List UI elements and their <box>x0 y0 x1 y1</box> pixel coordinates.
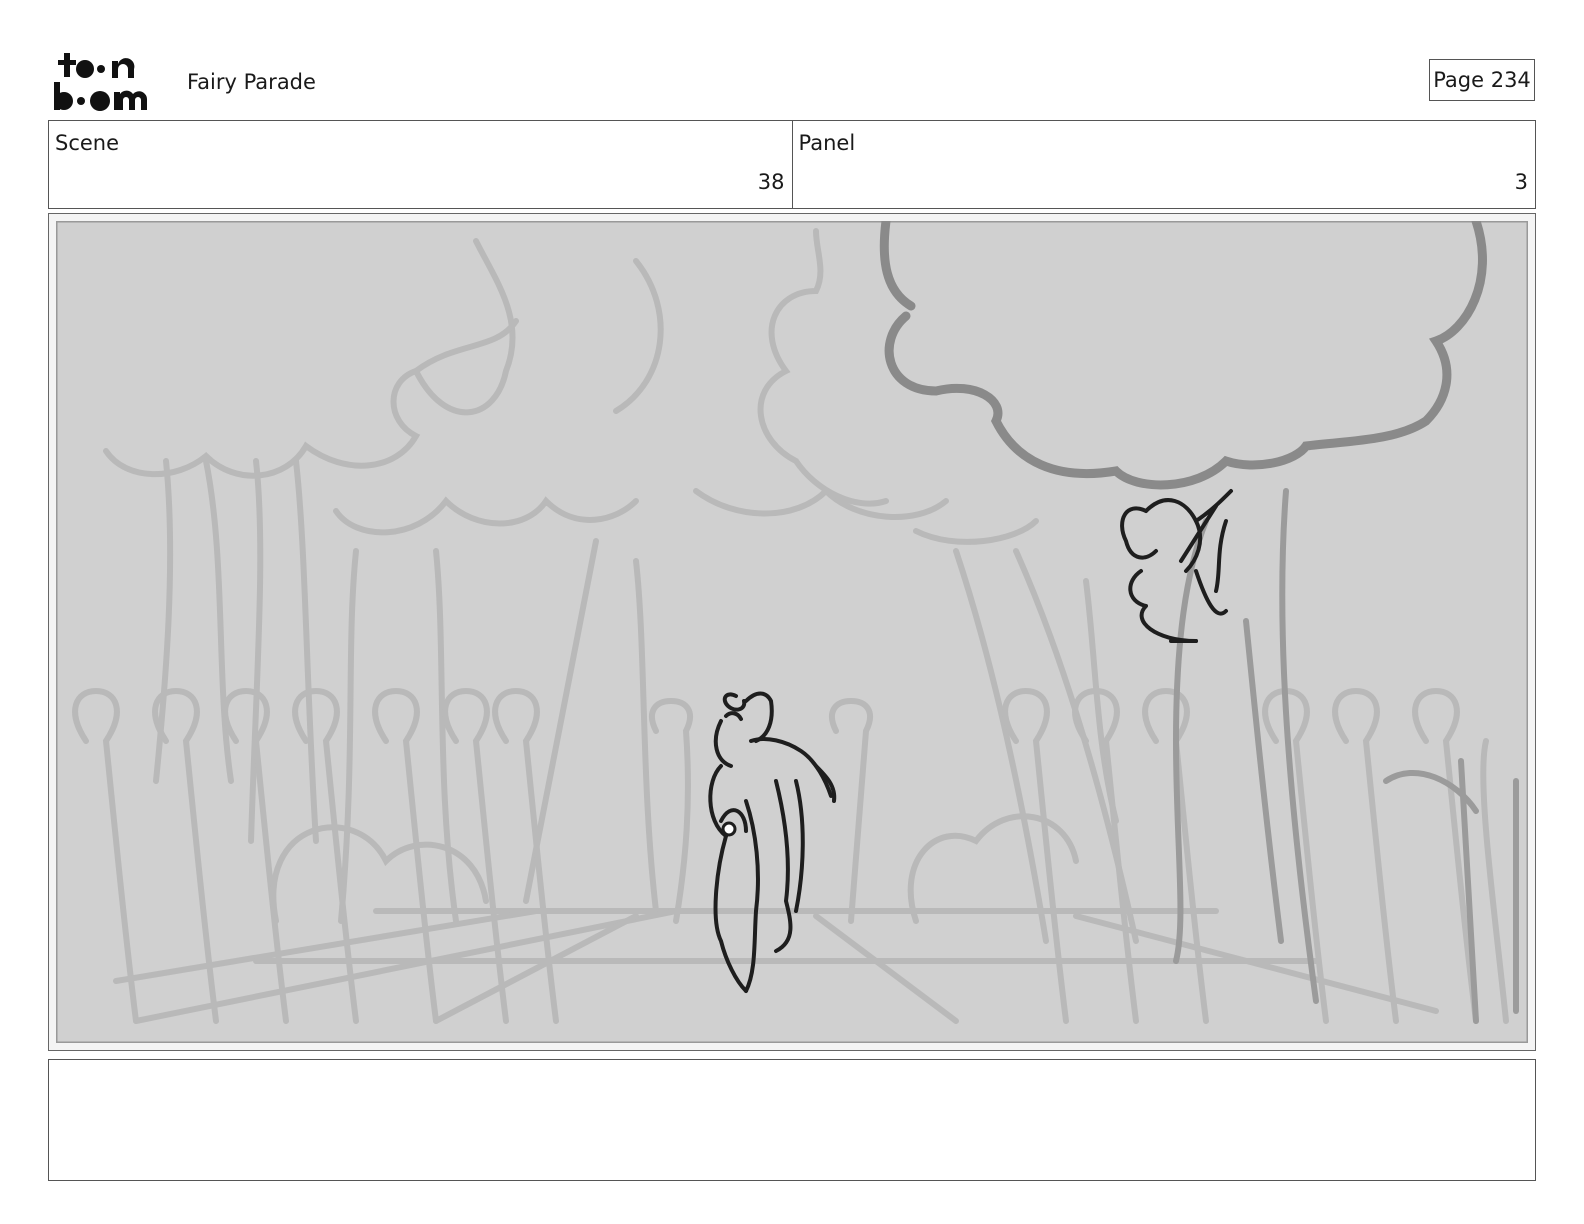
scene-label: Scene <box>55 131 120 155</box>
panel-notes <box>48 1059 1536 1181</box>
storyboard-sketch-icon <box>56 221 1528 1043</box>
scene-cell: Scene 38 <box>49 121 792 208</box>
toon-boom-logo-icon <box>54 53 148 111</box>
panel-label: Panel <box>798 131 856 155</box>
project-title: Fairy Parade <box>187 70 316 94</box>
scene-panel-info: Scene 38 Panel 3 <box>48 120 1536 209</box>
page-number: Page 234 <box>1429 59 1535 101</box>
panel-number: 3 <box>1514 170 1528 194</box>
storyboard-panel <box>48 213 1536 1051</box>
panel-cell: Panel 3 <box>791 121 1536 208</box>
scene-number: 38 <box>757 170 785 194</box>
